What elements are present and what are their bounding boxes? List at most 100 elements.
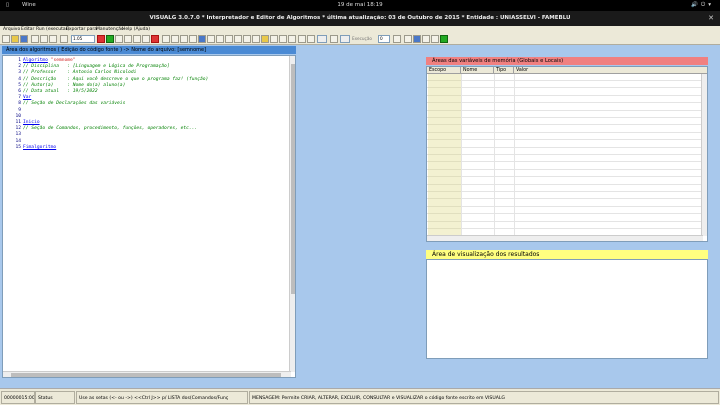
code-line[interactable]: 14 — [3, 139, 23, 145]
stop-icon[interactable] — [97, 35, 105, 43]
table-row[interactable] — [427, 155, 701, 163]
table-row[interactable] — [427, 133, 701, 141]
variables-icon[interactable] — [162, 35, 170, 43]
dice-icon[interactable] — [298, 35, 306, 43]
code-horizontal-scroll-thumb[interactable] — [11, 373, 281, 377]
code-line[interactable]: 15 Fimalgoritmo — [3, 145, 56, 151]
memory-horizontal-scrollbar[interactable] — [427, 235, 703, 241]
paste-icon[interactable] — [49, 35, 57, 43]
exit-icon[interactable] — [440, 35, 448, 43]
code-vertical-scrollbar[interactable] — [289, 56, 295, 372]
help-book-icon[interactable] — [431, 35, 439, 43]
code-horizontal-scrollbar[interactable] — [3, 371, 291, 377]
table-row[interactable] — [427, 126, 701, 133]
table-row[interactable] — [427, 215, 701, 222]
menu-run[interactable]: Run (executar) — [36, 27, 69, 32]
open-folder-icon[interactable] — [11, 35, 19, 43]
table-row[interactable] — [427, 96, 701, 104]
col-tipo[interactable]: Tipo — [494, 67, 514, 74]
uncomment-icon[interactable] — [234, 35, 242, 43]
breakpoint-icon[interactable] — [142, 35, 150, 43]
save-icon[interactable] — [20, 35, 28, 43]
code-editor[interactable]: 1 Algoritmo "semnome" 2// Disciplina : [Li… — [2, 55, 296, 378]
step-icon[interactable] — [115, 35, 123, 43]
search-icon[interactable] — [288, 35, 296, 43]
table-row[interactable] — [427, 222, 701, 229]
code-line[interactable]: 12// Seção de Comandos, procedimento, fu… — [3, 126, 197, 132]
dos-window-icon[interactable] — [180, 35, 188, 43]
print-icon[interactable] — [189, 35, 197, 43]
system-tray-icons[interactable]: 🔊⏻▾ — [691, 2, 714, 9]
output-area[interactable] — [426, 259, 708, 359]
clock[interactable]: 19 de mai 18:19 — [0, 2, 720, 8]
highlight-icon[interactable] — [261, 35, 269, 43]
timer-value-field[interactable] — [317, 35, 327, 43]
table-row[interactable] — [427, 111, 701, 118]
col-escopo[interactable]: Escopo — [427, 67, 461, 74]
table-row[interactable] — [427, 148, 701, 155]
table-row[interactable] — [427, 178, 701, 185]
code-line[interactable]: 9 — [3, 108, 23, 114]
table-row[interactable] — [427, 81, 701, 89]
code-line[interactable]: 5// Autor(a) : Nome do(a) aluno(a) — [3, 83, 125, 89]
timer-icon[interactable] — [124, 35, 132, 43]
line-number: 8 — [18, 101, 21, 107]
tools-icon[interactable] — [279, 35, 287, 43]
code-line[interactable]: 10 — [3, 114, 23, 120]
table-row[interactable] — [427, 185, 701, 192]
clear-icon[interactable] — [393, 35, 401, 43]
menu-help[interactable]: Help (Ajuda) — [122, 27, 150, 32]
format-icon[interactable] — [270, 35, 278, 43]
table-row[interactable] — [427, 118, 701, 126]
new-file-icon[interactable] — [2, 35, 10, 43]
menu-manutencao[interactable]: Manutenção — [96, 27, 124, 32]
table-row[interactable] — [427, 170, 701, 178]
table-row[interactable] — [427, 141, 701, 148]
code-line[interactable]: 6// Data atual : 19/5/2022 — [3, 89, 97, 95]
memory-variables-table[interactable]: Escopo Nome Tipo Valor — [426, 66, 708, 242]
menu-arquivo[interactable]: Arquivo — [3, 27, 20, 32]
loop-icon[interactable] — [330, 35, 338, 43]
run-icon[interactable] — [106, 35, 114, 43]
keyboard-icon[interactable] — [404, 35, 412, 43]
replace-icon[interactable] — [252, 35, 260, 43]
code-vertical-scroll-thumb[interactable] — [291, 64, 295, 294]
table-row[interactable] — [427, 89, 701, 96]
loop-value-field[interactable] — [340, 35, 350, 43]
pause-icon[interactable] — [133, 35, 141, 43]
table-row[interactable] — [427, 163, 701, 170]
step-label: Execução — [352, 36, 372, 41]
comment-icon[interactable] — [225, 35, 233, 43]
undo-icon[interactable] — [60, 35, 68, 43]
window-icon[interactable] — [413, 35, 421, 43]
table-row[interactable] — [427, 192, 701, 200]
memory-col-divider — [461, 74, 462, 236]
table-row[interactable] — [427, 207, 701, 215]
font-size-select[interactable]: 1.05 — [71, 35, 95, 43]
indent-icon[interactable] — [216, 35, 224, 43]
menu-exportar[interactable]: Exportar para — [66, 27, 97, 32]
cut-icon[interactable] — [31, 35, 39, 43]
col-valor[interactable]: Valor — [514, 67, 701, 74]
copy-icon[interactable] — [40, 35, 48, 43]
code-line[interactable]: 8// Seção de Declarações das variáveis — [3, 101, 125, 107]
timer-toggle-icon[interactable] — [307, 35, 315, 43]
table-row[interactable] — [427, 200, 701, 207]
table-row[interactable] — [427, 104, 701, 111]
grid-icon[interactable] — [198, 35, 206, 43]
clear-breakpoints-icon[interactable] — [151, 35, 159, 43]
close-window-icon[interactable]: ✕ — [708, 14, 714, 22]
code-line[interactable]: 3// Professor : Antonio Carlos Nicolodi — [3, 70, 136, 76]
menu-editar[interactable]: Editar — [21, 27, 34, 32]
calc-icon[interactable] — [207, 35, 215, 43]
find-icon[interactable] — [243, 35, 251, 43]
memory-col-divider — [514, 74, 515, 236]
col-nome[interactable]: Nome — [461, 67, 494, 74]
calendar-icon[interactable] — [422, 35, 430, 43]
output-icon[interactable] — [171, 35, 179, 43]
code-line[interactable]: 4// Descrição : Aqui você descreve o que… — [3, 77, 208, 83]
code-line[interactable]: 13 — [3, 132, 23, 138]
table-row[interactable] — [427, 74, 701, 81]
step-value-field[interactable]: 0 — [378, 35, 390, 43]
memory-vertical-scrollbar[interactable] — [701, 74, 707, 236]
